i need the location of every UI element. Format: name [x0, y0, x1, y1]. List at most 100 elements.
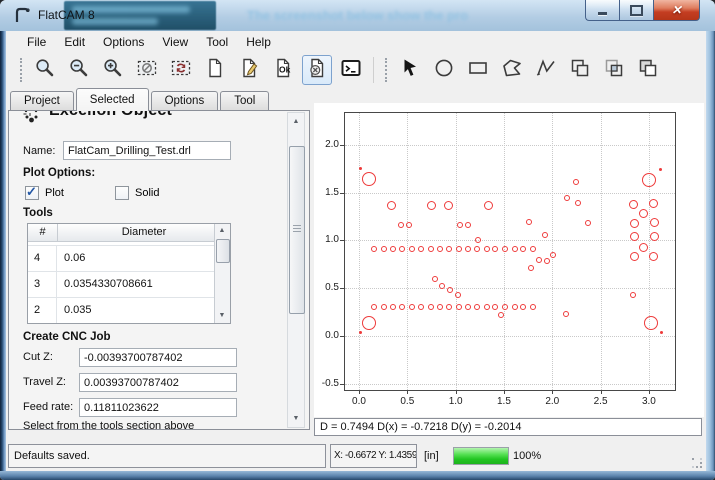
x-axis-label: 3.0: [632, 396, 666, 407]
drill-marker: [409, 304, 415, 310]
intersection-icon: [603, 57, 625, 84]
cut-z-label: Cut Z:: [23, 351, 53, 363]
union-button[interactable]: [565, 55, 595, 85]
drill-marker: [528, 265, 534, 271]
drill-marker: [630, 232, 639, 241]
gridline: [359, 113, 360, 390]
tool-number-cell: 3: [28, 272, 57, 297]
axis-tick: [340, 336, 344, 337]
window-border-left: [0, 31, 6, 471]
table-row[interactable]: 30.0354330708661: [28, 272, 215, 298]
menu-edit[interactable]: Edit: [55, 33, 94, 51]
tab-options[interactable]: Options: [151, 91, 219, 110]
zoom-fit-button[interactable]: [30, 55, 60, 85]
tools-table-header: # Diameter: [28, 224, 230, 242]
object-name-input[interactable]: [63, 141, 231, 160]
x-axis-label: 1.5: [487, 396, 521, 407]
delete-file-button[interactable]: [302, 55, 332, 85]
tab-selected[interactable]: Selected: [76, 88, 149, 111]
zoom-out-button[interactable]: [64, 55, 94, 85]
travel-z-input[interactable]: [79, 373, 237, 392]
new-file-button[interactable]: [200, 55, 230, 85]
drill-marker: [387, 201, 396, 210]
drill-marker: [644, 316, 658, 330]
menu-tool[interactable]: Tool: [197, 33, 237, 51]
drill-marker: [409, 246, 415, 252]
drill-marker: [437, 246, 443, 252]
panel-scrollbar[interactable]: ▲ ▼: [287, 112, 305, 428]
tool-diameter-cell: 0.06: [57, 246, 215, 271]
menu-bar: FileEditOptionsViewToolHelp: [6, 31, 706, 52]
tool-number-cell: 2: [28, 298, 57, 323]
y-axis-label: 1.0: [309, 234, 339, 245]
tools-label: Tools: [23, 207, 53, 219]
ok-file-icon: Ok: [272, 57, 294, 84]
replot-icon: [170, 57, 192, 84]
shell-button[interactable]: [336, 55, 366, 85]
drill-marker: [530, 304, 536, 310]
excellon-object-icon: [22, 111, 42, 125]
drill-marker: [544, 258, 550, 264]
draw-circle-button[interactable]: [429, 55, 459, 85]
drill-marker: [406, 222, 412, 228]
flatcam-logo-icon: [13, 6, 31, 24]
maximize-button[interactable]: [619, 0, 653, 21]
menu-view[interactable]: View: [153, 33, 197, 51]
menu-help[interactable]: Help: [237, 33, 280, 51]
table-row[interactable]: 20.035: [28, 298, 215, 323]
ok-file-button[interactable]: Ok: [268, 55, 298, 85]
x-axis-label: 1.0: [439, 396, 473, 407]
table-scrollbar-thumb[interactable]: [216, 239, 230, 263]
plot-options-label: Plot Options:: [23, 167, 95, 179]
edit-file-button[interactable]: [234, 55, 264, 85]
zoom-in-button[interactable]: [98, 55, 128, 85]
menu-file[interactable]: File: [18, 33, 55, 51]
toolbar-grip[interactable]: [20, 58, 22, 82]
y-axis-label: -0.5: [309, 378, 339, 389]
drill-marker: [520, 246, 526, 252]
subtract-button[interactable]: [633, 55, 663, 85]
plot-axes[interactable]: 0.00.51.01.52.02.53.0-0.50.00.51.01.52.0: [344, 112, 676, 391]
pointer-button[interactable]: [395, 55, 425, 85]
panel-scrollbar-thumb[interactable]: [289, 146, 305, 314]
plot-checkbox[interactable]: [25, 186, 39, 200]
cut-z-input[interactable]: [79, 348, 237, 367]
drill-marker: [563, 311, 569, 317]
drill-marker: [439, 283, 445, 289]
minimize-button[interactable]: [585, 0, 619, 21]
toolbar-grip[interactable]: [385, 58, 387, 82]
table-scrollbar[interactable]: ▲ ▼: [214, 224, 230, 323]
drill-marker: [550, 252, 556, 258]
replot-button[interactable]: [166, 55, 196, 85]
drill-marker: [418, 304, 424, 310]
scroll-up-icon[interactable]: ▲: [288, 114, 304, 129]
intersection-button[interactable]: [599, 55, 629, 85]
progress-bar: [453, 447, 509, 465]
tab-project[interactable]: Project: [10, 91, 74, 110]
drill-marker: [418, 246, 424, 252]
tab-tool[interactable]: Tool: [220, 91, 269, 110]
table-row[interactable]: 40.06: [28, 246, 215, 272]
solid-checkbox[interactable]: [115, 186, 129, 200]
draw-polyline-button[interactable]: [531, 55, 561, 85]
menu-options[interactable]: Options: [94, 33, 153, 51]
feed-rate-input[interactable]: [79, 398, 237, 417]
scroll-down-icon[interactable]: ▼: [288, 411, 304, 426]
resize-grip-icon[interactable]: [692, 458, 704, 470]
clear-plot-button[interactable]: [132, 55, 162, 85]
scroll-up-icon[interactable]: ▲: [215, 224, 229, 238]
drill-marker: [427, 201, 436, 210]
tools-table[interactable]: # Diameter 40.0630.035433070866120.035 ▲…: [27, 223, 231, 324]
solid-checkbox-label: Solid: [135, 187, 159, 199]
draw-rectangle-button[interactable]: [463, 55, 493, 85]
clear-plot-icon: [136, 57, 158, 84]
scroll-down-icon[interactable]: ▼: [215, 309, 229, 323]
draw-polygon-button[interactable]: [497, 55, 527, 85]
zoom-in-icon: [102, 57, 124, 84]
title-bar[interactable]: The screenshot below show the pro FlatCA…: [0, 0, 715, 32]
drill-marker: [536, 257, 542, 263]
close-button[interactable]: ✕: [653, 0, 700, 21]
plot-canvas[interactable]: 0.00.51.01.52.02.53.0-0.50.00.51.01.52.0: [314, 103, 704, 417]
background-window-text: The screenshot below show the pro: [247, 8, 577, 26]
y-axis-label: 0.0: [309, 330, 339, 341]
